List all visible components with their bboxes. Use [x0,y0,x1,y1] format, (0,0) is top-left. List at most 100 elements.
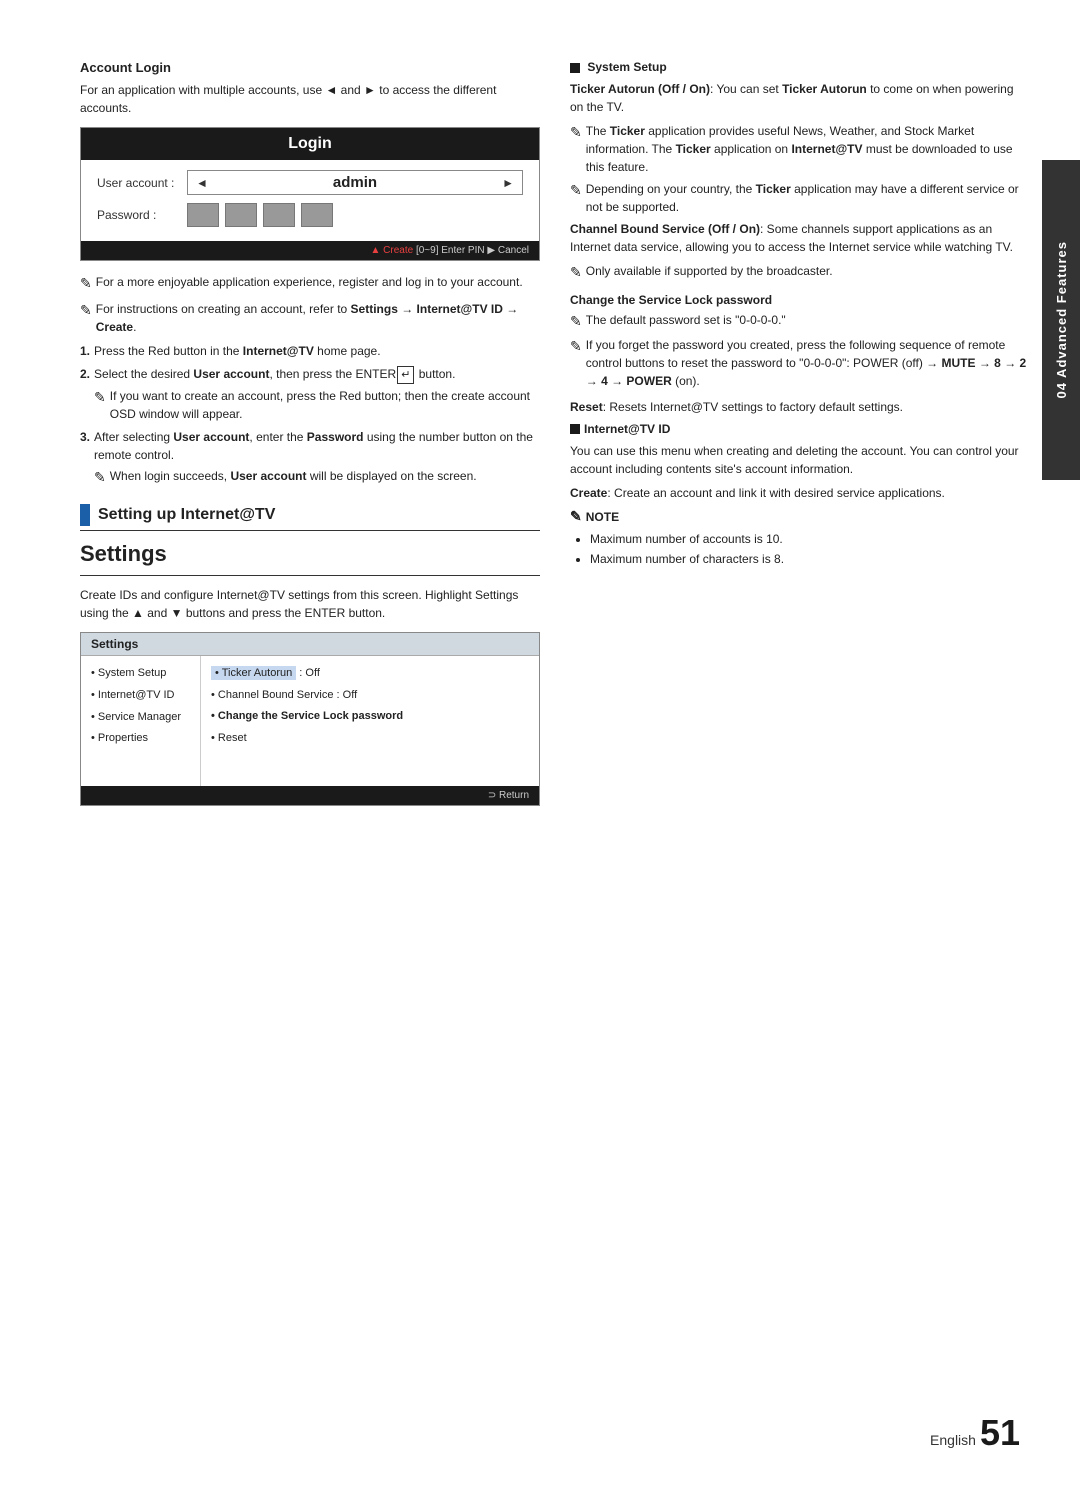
black-square-2 [570,424,580,434]
internet-tv-id-section: Internet@TV ID You can use this menu whe… [570,422,1030,570]
sidebar-tab-text: 04 Advanced Features [1054,241,1069,399]
system-note-1: ✎ The Ticker application provides useful… [570,122,1030,176]
note-item-2: Maximum number of characters is 8. [590,549,1030,569]
login-footer: ▲ Create [0~9] Enter PIN ▶ Cancel [81,241,539,260]
blue-bar [80,504,90,526]
system-note-2: ✎ Depending on your country, the Ticker … [570,180,1030,216]
login-box: Login User account : ◄ admin ► [80,127,540,261]
settings-options-col: • Ticker Autorun : Off • Channel Bound S… [201,656,539,786]
step-1-text: Press the Red button in the Internet@TV … [94,342,381,360]
cancel-label: ▶ Cancel [487,245,529,256]
note-icon-s3: ✎ [94,467,106,488]
note-box: ✎ NOTE Maximum number of accounts is 10.… [570,508,1030,570]
page-number: 51 [980,1412,1020,1454]
channel-bound-desc: Channel Bound Service (Off / On): Some c… [570,220,1030,256]
opt-change-lock: • Change the Service Lock password [211,707,529,726]
left-column: Account Login For an application with mu… [80,60,540,1434]
step-2-num: 2. [80,365,90,384]
step-3-num: 3. [80,428,90,464]
step-3-subnote-text: When login succeeds, User account will b… [110,467,477,485]
step-2-subnote: ✎ If you want to create an account, pres… [94,387,540,423]
password-box-2 [225,203,257,227]
note-icon-r3: ✎ [570,262,582,283]
lock-note-1: ✎ The default password set is "0-0-0-0." [570,311,1030,332]
system-note-1-text: The Ticker application provides useful N… [586,122,1030,176]
note-icon-r6: ✎ [570,508,582,525]
ticker-desc: Ticker Autorun (Off / On): You can set T… [570,80,1030,116]
password-box-3 [263,203,295,227]
menu-properties: • Properties [91,729,190,749]
reset-text: Reset: Resets Internet@TV settings to fa… [570,398,1030,416]
section-divider [80,530,540,531]
settings-footer: ⊃ Return [81,786,539,805]
system-note-2-text: Depending on your country, the Ticker ap… [586,180,1030,216]
step-2: 2. Select the desired User account, then… [80,365,540,423]
note-icon-2: ✎ [80,300,92,321]
settings-section: Settings Create IDs and configure Intern… [80,541,540,806]
internet-tv-desc-2: Create: Create an account and link it wi… [570,484,1030,502]
internet-tv-id-heading: Internet@TV ID [584,422,670,436]
lock-note-2: ✎ If you forget the password you created… [570,336,1030,390]
user-account-row: User account : ◄ admin ► [97,170,523,195]
password-box-4 [301,203,333,227]
step-2-text: Select the desired User account, then pr… [94,365,455,384]
user-account-value: admin [216,174,494,191]
change-lock-title: Change the Service Lock password [570,293,1030,307]
note-items: Maximum number of accounts is 10. Maximu… [590,529,1030,570]
note-icon-r4: ✎ [570,311,582,332]
password-boxes [187,203,523,227]
system-setup-title: System Setup [570,60,1030,74]
internet-tv-id-title: Internet@TV ID [570,422,1030,436]
opt-ticker-off: : Off [299,667,320,679]
setting-up-heading: Setting up Internet@TV [80,504,540,526]
page-footer: English 51 [930,1412,1020,1454]
menu-internet-tv: • Internet@TV ID [91,686,190,706]
note-1-text: For a more enjoyable application experie… [96,273,540,291]
internet-tv-desc-1: You can use this menu when creating and … [570,442,1030,478]
account-login-heading: Account Login [80,60,540,75]
sidebar-tab: 04 Advanced Features [1042,160,1080,480]
note-icon-1: ✎ [80,273,92,294]
system-setup-heading: System Setup [587,60,666,74]
note-icon-r5: ✎ [570,336,582,357]
note-icon-r1: ✎ [570,122,582,143]
user-account-label: User account : [97,176,187,190]
account-login-intro: For an application with multiple account… [80,81,540,117]
settings-box-header: Settings [81,633,539,656]
note-2: ✎ For instructions on creating an accoun… [80,300,540,336]
channel-note: ✎ Only available if supported by the bro… [570,262,1030,283]
lock-note-2-text: If you forget the password you created, … [586,336,1030,390]
create-btn-label: ▲ Create [370,245,413,256]
note-header: ✎ NOTE [570,508,1030,525]
note-label: NOTE [586,510,619,524]
login-title: Login [81,128,539,160]
black-square-1 [570,63,580,73]
step-3: 3. After selecting User account, enter t… [80,428,540,488]
note-item-1: Maximum number of accounts is 10. [590,529,1030,549]
password-row: Password : [97,203,523,227]
arrow-left-icon: ◄ [196,176,208,190]
settings-divider [80,575,540,576]
note-icon-r2: ✎ [570,180,582,201]
system-setup-section: System Setup Ticker Autorun (Off / On): … [570,60,1030,416]
account-login-section: Account Login For an application with mu… [80,60,540,488]
step-3-text: After selecting User account, enter the … [94,428,540,464]
step-3-subnote: ✎ When login succeeds, User account will… [94,467,477,488]
menu-system-setup: • System Setup [91,664,190,684]
settings-menu-col: • System Setup • Internet@TV ID • Servic… [81,656,201,786]
settings-main-heading: Settings [80,541,540,567]
note-2-text: For instructions on creating an account,… [96,300,540,336]
opt-ticker-highlight: • Ticker Autorun [211,666,296,680]
opt-channel-bound: • Channel Bound Service : Off [211,686,529,705]
login-fields: User account : ◄ admin ► Password : [81,160,539,241]
user-account-value-box: ◄ admin ► [187,170,523,195]
step-1-num: 1. [80,342,90,360]
channel-note-text: Only available if supported by the broad… [586,262,833,280]
step-2-subnote-text: If you want to create an account, press … [110,387,540,423]
pin-label: [0~9] Enter PIN [416,245,487,256]
lock-note-1-text: The default password set is "0-0-0-0." [586,311,786,329]
steps-list: 1. Press the Red button in the Internet@… [80,342,540,488]
step-1: 1. Press the Red button in the Internet@… [80,342,540,360]
english-label: English [930,1432,976,1448]
note-icon-s2: ✎ [94,387,106,408]
